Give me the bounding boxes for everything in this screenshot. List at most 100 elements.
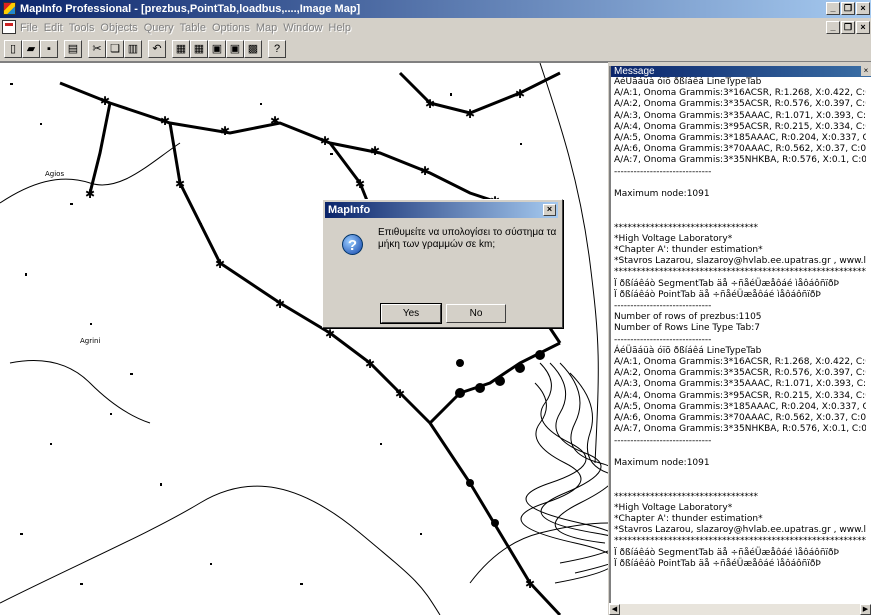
- message-title-text: Message: [614, 66, 655, 77]
- message-line: ********************************: [614, 222, 758, 233]
- message-text-area[interactable]: ÁéÜãáüà óïõ ðßíáêá LineTypeTab A/A:1, Ono…: [614, 77, 866, 602]
- new-icon[interactable]: ▯: [4, 40, 22, 58]
- message-line: ****************************************…: [614, 267, 866, 278]
- menu-map[interactable]: Map: [256, 22, 283, 34]
- close-button[interactable]: ×: [856, 2, 870, 15]
- map-label-agios: Agios: [45, 170, 64, 178]
- message-line: A/A:5, Onoma Grammis:3*185AAAC, R:0.204,…: [614, 401, 866, 412]
- svg-text:✱: ✱: [160, 114, 170, 128]
- message-line: A/A:6, Onoma Grammis:3*70AAAC, R:0.562, …: [614, 413, 866, 424]
- message-line: ------------------------------: [614, 334, 712, 345]
- map-window[interactable]: ✱✱✱✱ ✱✱✱✱ ✱✱✱✱ ✱✱✱✱ ✱✱✱✱ ✱✱✱ Agios Agrin…: [0, 62, 608, 615]
- minimize-button[interactable]: _: [826, 2, 840, 15]
- message-close-icon[interactable]: ×: [861, 66, 871, 76]
- menu-edit[interactable]: Edit: [44, 22, 69, 34]
- doc-restore-button[interactable]: ❐: [841, 21, 855, 34]
- message-line: [614, 447, 866, 458]
- confirm-dialog: MapInfo × ? Επιθυμείτε να υπολογίσει το …: [322, 199, 563, 328]
- dialog-title-bar: MapInfo ×: [325, 202, 558, 218]
- copy-icon[interactable]: ❏: [106, 40, 124, 58]
- message-line: A/A:3, Onoma Grammis:3*35AAAC, R:1.071, …: [614, 110, 866, 121]
- message-line: *Chapter A': thunder estimation*: [614, 513, 763, 524]
- menu-help[interactable]: Help: [328, 22, 357, 34]
- context-help-icon[interactable]: ?: [268, 40, 286, 58]
- message-line: ------------------------------: [614, 301, 712, 312]
- message-line: Maximum node:1091: [614, 457, 710, 468]
- map-canvas[interactable]: ✱✱✱✱ ✱✱✱✱ ✱✱✱✱ ✱✱✱✱ ✱✱✱✱ ✱✱✱ Agios Agrin…: [0, 63, 608, 615]
- menu-file[interactable]: File: [20, 22, 44, 34]
- message-line: A/A:3, Onoma Grammis:3*35AAAC, R:1.071, …: [614, 379, 866, 390]
- new-grapher-icon[interactable]: ▣: [208, 40, 226, 58]
- app-title-bar: MapInfo Professional - [prezbus,PointTab…: [0, 0, 871, 18]
- message-line: [614, 200, 866, 211]
- message-window-title: Message ×: [611, 66, 871, 77]
- paste-icon[interactable]: ▥: [124, 40, 142, 58]
- svg-text:✱: ✱: [420, 164, 430, 178]
- menu-options[interactable]: Options: [212, 22, 256, 34]
- toolbar: ▯ ▰ ▪ ▤ ✂ ❏ ▥ ↶ ▦ ▦ ▣ ▣ ▩ ?: [0, 37, 871, 62]
- message-line: [614, 178, 866, 189]
- message-line: ********************************: [614, 491, 758, 502]
- message-line: A/A:2, Onoma Grammis:3*35ACSR, R:0.576, …: [614, 99, 866, 110]
- map-label-agrini: Agrini: [80, 337, 100, 345]
- new-mapper-icon[interactable]: ▦: [190, 40, 208, 58]
- undo-icon[interactable]: ↶: [148, 40, 166, 58]
- message-line: ÁéÜãáüà óïõ ðßíáêá LineTypeTab: [614, 345, 762, 356]
- message-line: *Chapter A': thunder estimation*: [614, 245, 763, 256]
- message-line: Ï ðßíáêáò SegmentTab äå ÷ñåéÜæåôáé ìåôáô…: [614, 547, 839, 558]
- message-window: Message × ÁéÜãáüà óïõ ðßíáêá LineTypeTab…: [609, 66, 871, 614]
- message-line: A/A:4, Onoma Grammis:3*95ACSR, R:0.215, …: [614, 390, 866, 401]
- yes-button[interactable]: Yes: [380, 303, 442, 324]
- svg-text:✱: ✱: [465, 107, 475, 121]
- message-line: *Stavros Lazarou, slazaroy@hvlab.ee.upat…: [614, 525, 866, 536]
- menu-tools[interactable]: Tools: [69, 22, 101, 34]
- message-line: *High Voltage Laboratory*: [614, 233, 733, 244]
- message-line: A/A:5, Onoma Grammis:3*185AAAC, R:0.204,…: [614, 133, 866, 144]
- svg-text:✱: ✱: [100, 94, 110, 108]
- cut-icon[interactable]: ✂: [88, 40, 106, 58]
- new-redistricter-icon[interactable]: ▩: [244, 40, 262, 58]
- doc-minimize-button[interactable]: _: [826, 21, 840, 34]
- menu-objects[interactable]: Objects: [100, 22, 143, 34]
- dialog-message: Επιθυμείτε να υπολογίσει το σύστημα τα μ…: [378, 227, 557, 250]
- message-line: Ï ðßíáêáò SegmentTab äå ÷ñåéÜæåôáé ìåôáô…: [614, 278, 839, 289]
- message-line: A/A:1, Onoma Grammis:3*16ACSR, R:1.268, …: [614, 357, 866, 368]
- doc-close-button[interactable]: ×: [856, 21, 870, 34]
- menu-table[interactable]: Table: [180, 22, 212, 34]
- message-line: Number of rows of prezbus:1105: [614, 312, 762, 323]
- message-line: Maximum node:1091: [614, 189, 710, 200]
- svg-text:✱: ✱: [220, 124, 230, 138]
- document-icon[interactable]: [2, 20, 16, 34]
- dialog-close-icon[interactable]: ×: [543, 204, 556, 216]
- svg-text:✱: ✱: [515, 87, 525, 101]
- message-line: A/A:6, Onoma Grammis:3*70AAAC, R:0.562, …: [614, 144, 866, 155]
- svg-text:✱: ✱: [320, 134, 330, 148]
- mapinfo-app-icon[interactable]: [3, 2, 16, 15]
- message-line: A/A:2, Onoma Grammis:3*35ACSR, R:0.576, …: [614, 368, 866, 379]
- menu-bar: File Edit Tools Objects Query Table Opti…: [0, 18, 871, 37]
- dialog-title: MapInfo: [328, 204, 371, 216]
- save-icon[interactable]: ▪: [40, 40, 58, 58]
- window-title: MapInfo Professional - [prezbus,PointTab…: [20, 3, 361, 15]
- svg-text:✱: ✱: [175, 177, 185, 191]
- message-line: A/A:7, Onoma Grammis:3*35NHKBA, R:0.576,…: [614, 155, 866, 166]
- menu-query[interactable]: Query: [144, 22, 180, 34]
- message-horizontal-scrollbar[interactable]: ◀ ▶: [609, 603, 871, 615]
- message-line: ****************************************…: [614, 536, 866, 547]
- svg-text:✱: ✱: [215, 257, 225, 271]
- scroll-left-arrow-icon[interactable]: ◀: [609, 604, 620, 615]
- scroll-right-arrow-icon[interactable]: ▶: [860, 604, 871, 615]
- print-icon[interactable]: ▤: [64, 40, 82, 58]
- message-line: [614, 480, 866, 491]
- svg-text:✱: ✱: [365, 357, 375, 371]
- message-line: ÁéÜãáüà óïõ ðßíáêá LineTypeTab: [614, 77, 762, 87]
- message-line: Number of Rows Line Type Tab:7: [614, 323, 760, 334]
- new-browser-icon[interactable]: ▦: [172, 40, 190, 58]
- no-button[interactable]: No: [446, 304, 506, 323]
- svg-text:✱: ✱: [395, 387, 405, 401]
- question-icon: ?: [342, 234, 363, 255]
- new-layout-icon[interactable]: ▣: [226, 40, 244, 58]
- menu-window[interactable]: Window: [283, 22, 328, 34]
- open-folder-icon[interactable]: ▰: [22, 40, 40, 58]
- restore-button[interactable]: ❐: [841, 2, 855, 15]
